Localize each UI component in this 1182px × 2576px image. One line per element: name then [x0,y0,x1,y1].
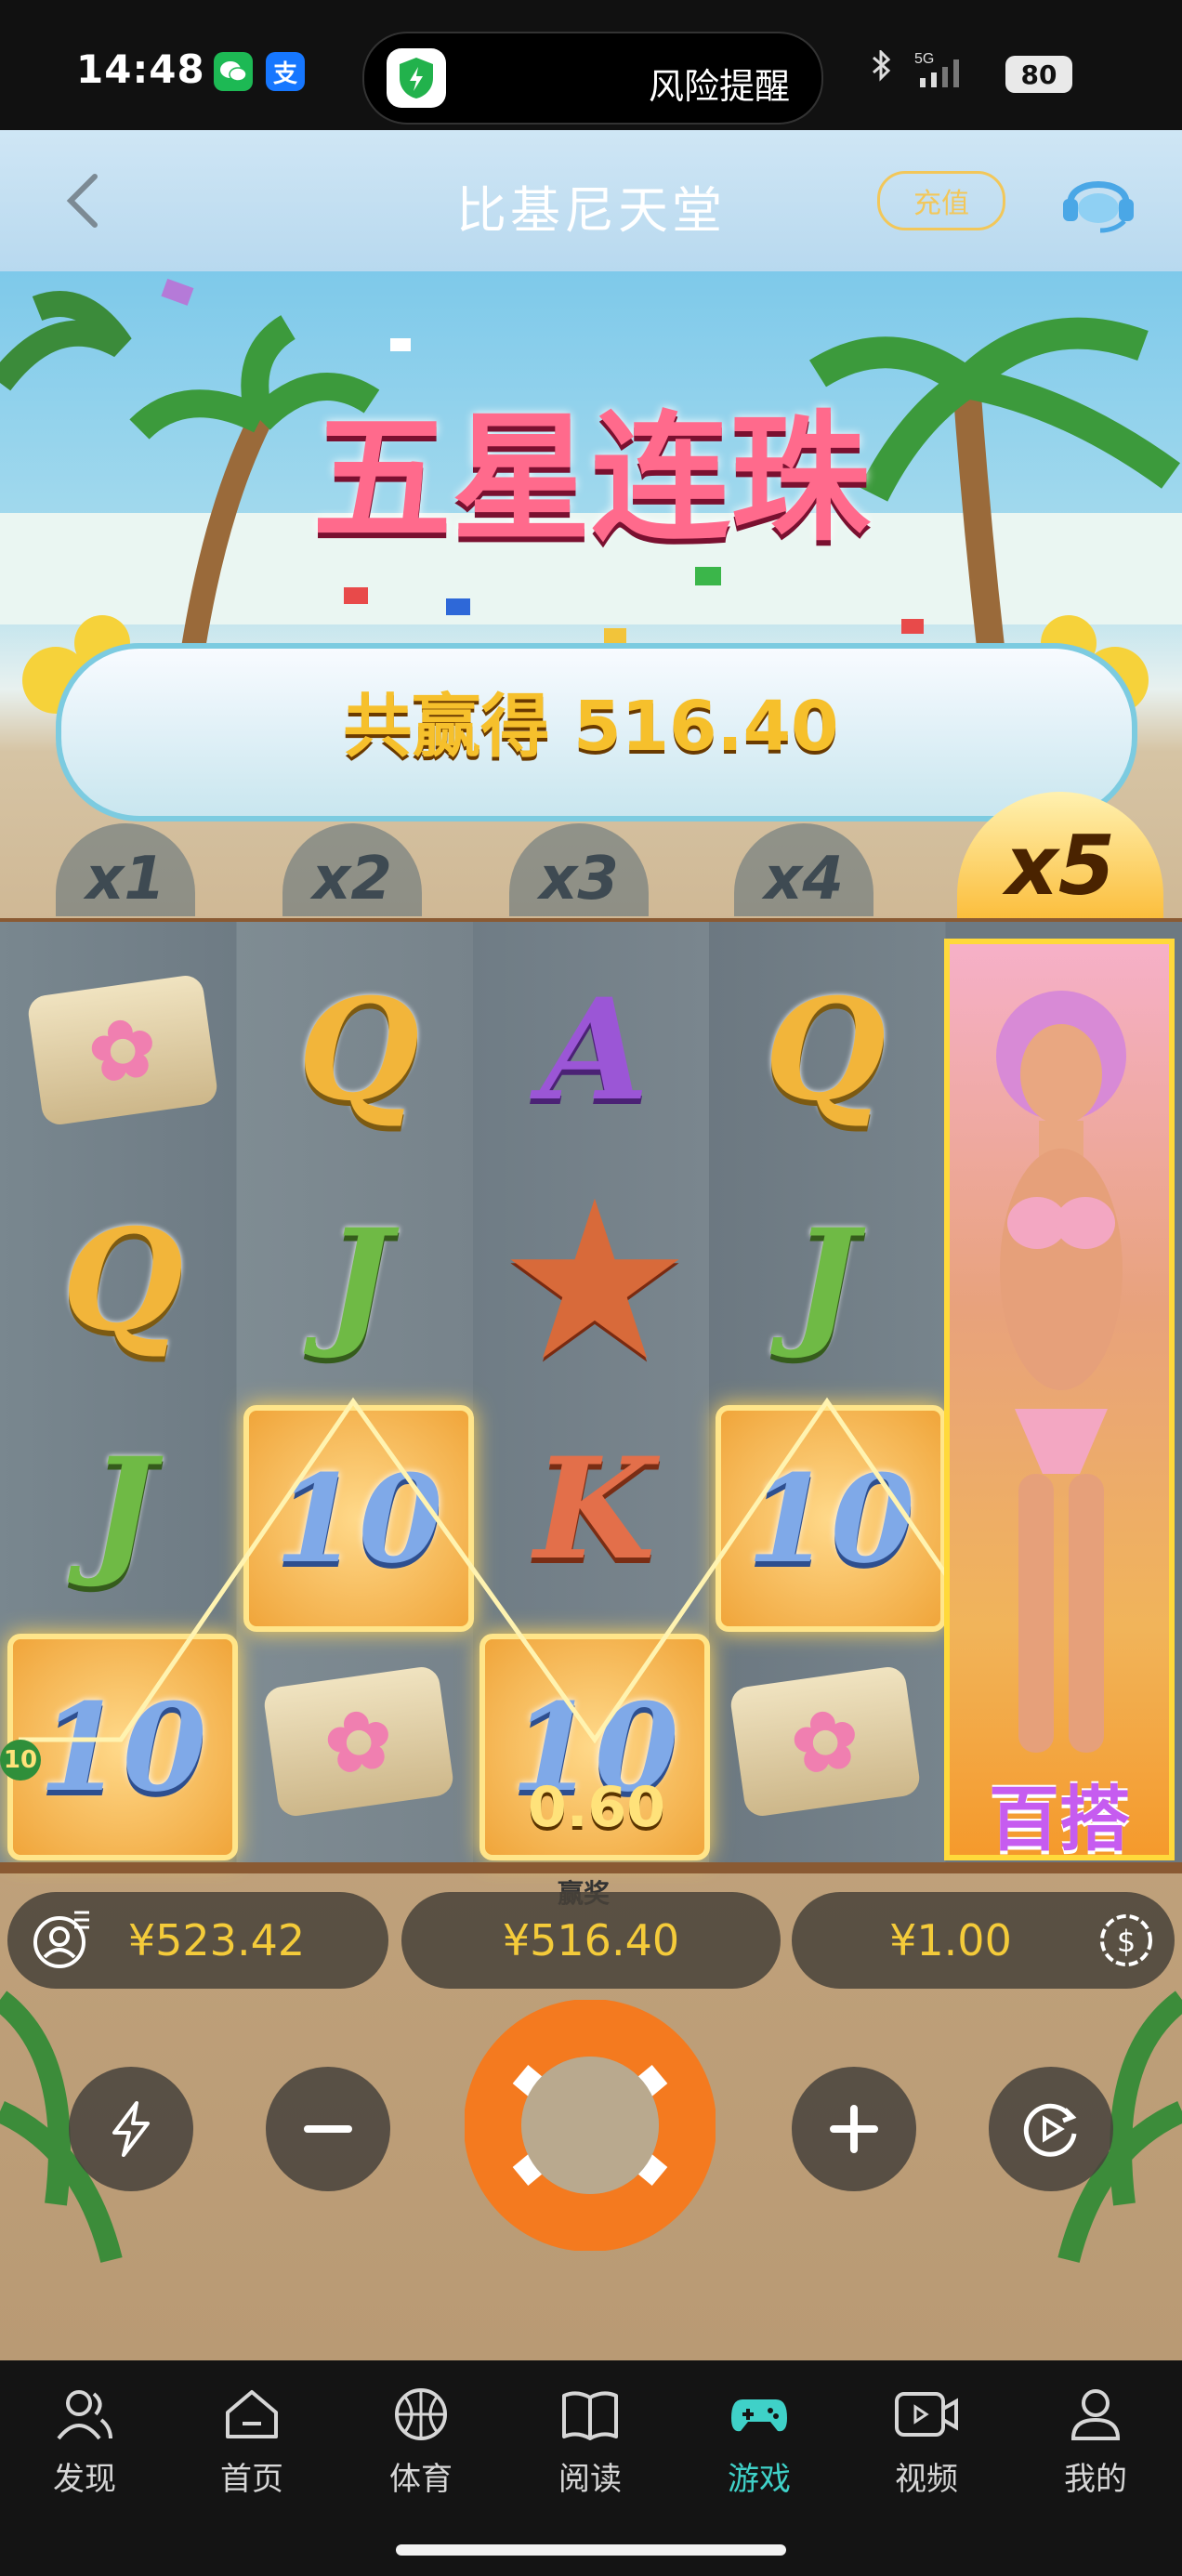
autoplay-icon [1023,2103,1077,2157]
alipay-icon: 支 [266,52,305,91]
total-win-text: 共赢得 516.40 [343,687,839,767]
payline-marker: 10 [0,1740,41,1781]
svg-text:$: $ [1117,1924,1136,1959]
nav-item-video[interactable]: 视频 [857,2386,996,2499]
bet-value: ¥1.00 [889,1915,1012,1965]
gamepad-icon [731,2399,787,2432]
wechat-icon [214,52,253,91]
plus-icon [830,2105,878,2153]
reel-frame-bottom [0,1862,1182,1873]
shield-icon [387,48,446,108]
balance-value: ¥523.42 [127,1915,306,1965]
svg-text:5G: 5G [914,51,934,67]
book-icon [562,2391,618,2440]
customer-service-icon[interactable] [1059,165,1137,236]
nav-item-discover[interactable]: 发现 [15,2386,154,2499]
spin-button[interactable] [464,1999,716,2252]
dynamic-island-alert[interactable]: 风险提醒 [362,32,823,125]
status-bar: 14:48 支 风险提醒 5G 80 [0,0,1182,130]
turbo-button[interactable] [69,2067,193,2191]
minus-icon [304,2125,352,2133]
risk-alert-text: 风险提醒 [648,66,790,107]
big-win-title: 五星连珠 [311,397,870,560]
nav-item-profile[interactable]: 我的 [1026,2386,1165,2499]
bikini-character-image [996,991,1126,1753]
slot-game-canvas[interactable]: 五星连珠 共赢得 516.40 x1 x2 x3 x4 x5 ✿ Q J 10 … [0,271,1182,2360]
clock: 14:48 [76,46,205,92]
nav-item-reading[interactable]: 阅读 [520,2386,660,2499]
increase-bet-button[interactable] [792,2067,916,2191]
signal-icons: 5G [866,48,987,99]
lifebuoy-spin-icon [464,1999,716,2252]
users-icon [57,2390,112,2440]
autoplay-button[interactable] [989,2067,1113,2191]
home-icon [226,2390,278,2438]
home-indicator[interactable] [396,2544,786,2556]
wild-label: 百搭 [989,1778,1130,1860]
battery-indicator: 80 [1005,56,1072,93]
wild-expanded-reel: 百搭 [944,939,1175,1860]
coin-settings-icon[interactable]: $ [1095,1909,1158,1972]
app-header: 比基尼天堂 充值 [0,130,1182,271]
nav-item-home[interactable]: 首页 [182,2386,322,2499]
balance-display[interactable]: ¥523.42 [7,1892,388,1989]
cell-win-value: 0.60 [527,1775,666,1840]
video-icon [895,2392,958,2437]
win-value: ¥516.40 [502,1915,680,1965]
nav-item-games[interactable]: 游戏 [690,2386,829,2499]
user-menu-icon[interactable] [30,1909,93,1972]
lightning-icon [112,2101,150,2157]
recharge-button[interactable]: 充值 [877,171,1005,230]
win-display: ¥516.40 [401,1892,781,1989]
profile-icon [1070,2389,1121,2440]
bet-display[interactable]: ¥1.00 $ [792,1892,1175,1989]
basketball-icon [395,2388,447,2440]
nav-item-sports[interactable]: 体育 [351,2386,491,2499]
decrease-bet-button[interactable] [266,2067,390,2191]
